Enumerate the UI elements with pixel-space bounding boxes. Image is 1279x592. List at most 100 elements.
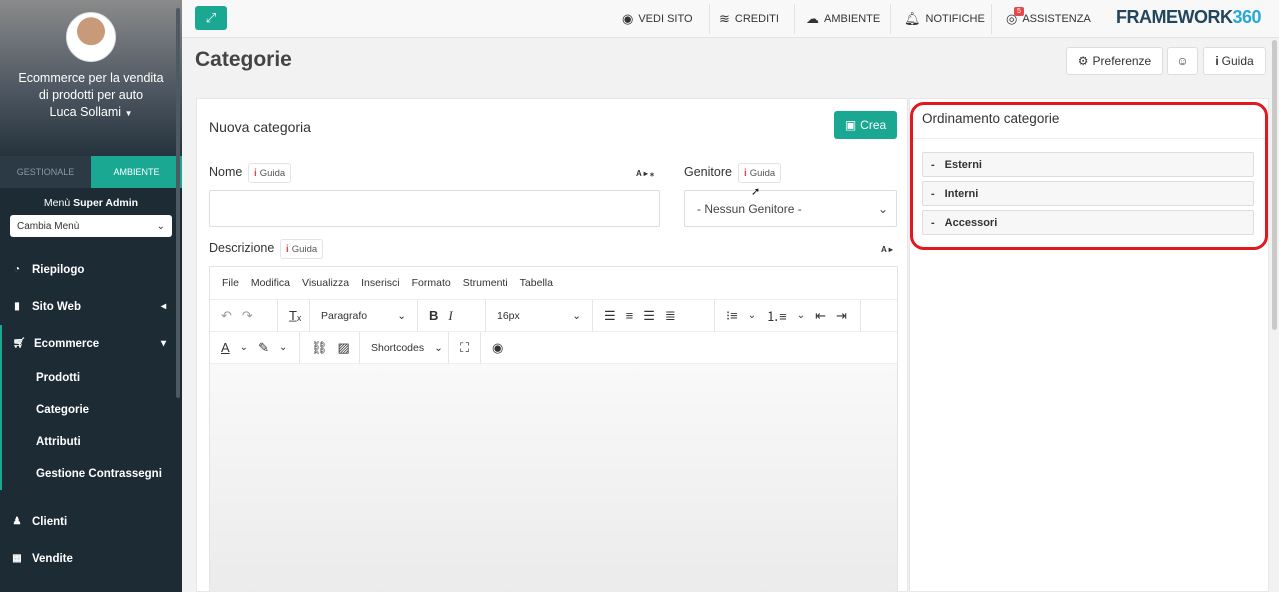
sidebar-subitem-prodotti[interactable]: Prodotti (0, 362, 182, 394)
block-format-select[interactable]: Paragrafo ⌄ (310, 299, 418, 332)
mouse-cursor-icon: ➚ (751, 186, 761, 198)
translate-icon[interactable]: A ▸ ⁎ (636, 169, 654, 178)
sidebar-item-vendite[interactable]: ▦ Vendite (0, 540, 182, 577)
divider (794, 4, 795, 34)
menu-strumenti[interactable]: Strumenti (463, 277, 508, 289)
chevron-down-icon: ⌄ (434, 341, 443, 354)
sidebar-item-sito-web[interactable]: ▮ Sito Web ◂ (0, 288, 182, 325)
parent-select[interactable]: - Nessun Genitore - ⌄ (684, 190, 897, 227)
chevron-down-icon: ⌄ (239, 342, 249, 353)
font-size-value: 16px (497, 309, 520, 322)
insert-group: ⛓ ▨ (300, 331, 360, 364)
preferences-button[interactable]: ⚙ Preferenze (1066, 47, 1163, 75)
tab-ambiente[interactable]: AMBIENTE (91, 156, 182, 188)
guide-label: Guida (291, 243, 318, 255)
sidebar-scrollbar[interactable] (176, 8, 180, 398)
sidebar: Ecommerce per la vendita di prodotti per… (0, 0, 182, 592)
profile-area: Ecommerce per la vendita di prodotti per… (0, 0, 182, 156)
menu-visualizza[interactable]: Visualizza (302, 277, 349, 289)
parent-select-value: - Nessun Genitore - (697, 201, 802, 216)
menu-formato[interactable]: Formato (412, 277, 451, 289)
sidebar-subitem-contrassegni[interactable]: Gestione Contrassegni (0, 458, 182, 490)
menu-modifica[interactable]: Modifica (251, 277, 290, 289)
create-button[interactable]: ▣ Crea (834, 111, 897, 139)
numbered-list-icon[interactable]: ⒈≡ (766, 306, 787, 325)
highlight-annotation (910, 102, 1268, 250)
name-input[interactable] (209, 190, 660, 227)
translate-label: A (636, 169, 642, 178)
save-icon: ▣ (844, 118, 857, 132)
parent-guide-button[interactable]: i Guida (738, 163, 782, 183)
editor-toolbar-2: A ⌄ ✎ ⌄ ⛓ ▨ Shortcodes ⌄ ⛶ ◉ (210, 331, 897, 364)
link-icon[interactable]: ⛓ (311, 340, 328, 356)
link-ambiente[interactable]: ☁ AMBIENTE (806, 0, 880, 38)
expand-button[interactable]: ⤢ (195, 6, 227, 30)
menu-inserisci[interactable]: Inserisci (361, 277, 400, 289)
indent-icon[interactable]: ⇥ (836, 308, 847, 324)
align-left-icon[interactable]: ☰ (604, 308, 616, 324)
divider (991, 4, 992, 34)
link-assistenza[interactable]: ◎ ASSISTENZA (1006, 0, 1091, 38)
chevron-down-icon: ⌄ (877, 201, 888, 216)
sidebar-item-clienti[interactable]: ♟ Clienti (0, 503, 182, 540)
align-justify-icon[interactable]: ≣ (665, 308, 676, 324)
bullet-list-icon[interactable]: ⁝≡ (726, 308, 738, 324)
italic-icon[interactable]: I (448, 308, 452, 324)
gear-icon: ⚙ (1077, 54, 1089, 68)
button-label: Preferenze (1092, 54, 1152, 68)
bold-icon[interactable]: B (429, 308, 438, 323)
font-size-select[interactable]: 16px ⌄ (486, 299, 593, 332)
name-guide-button[interactable]: i Guida (248, 163, 292, 183)
guide-label: Guida (259, 167, 286, 179)
description-guide-button[interactable]: i Guida (280, 239, 324, 259)
align-center-icon[interactable]: ≡ (626, 308, 634, 323)
chevron-down-icon: ⌄ (156, 220, 165, 232)
menu-select[interactable]: Cambia Menù ⌄ (10, 215, 172, 237)
guide-button[interactable]: i Guida (1203, 47, 1266, 75)
divider (709, 4, 710, 34)
chevron-down-icon: ⌄ (796, 310, 806, 321)
editor-menubar: File Modifica Visualizza Inserisci Forma… (210, 267, 897, 300)
menu-label-prefix: Menù (43, 197, 71, 209)
link-crediti[interactable]: ≋ CREDITI (719, 0, 779, 38)
user-menu[interactable]: Luca Sollami ▼ (0, 105, 182, 119)
outdent-icon[interactable]: ⇤ (815, 308, 826, 324)
sidebar-subitem-categorie[interactable]: Categorie (0, 394, 182, 426)
image-icon[interactable]: ▨ (338, 340, 350, 356)
rich-text-editor[interactable]: File Modifica Visualizza Inserisci Forma… (209, 266, 898, 592)
align-group: ☰ ≡ ☰ ≣ (593, 299, 715, 332)
feedback-button[interactable]: ☺ (1167, 47, 1198, 75)
clear-format-icon[interactable]: T̲ₓ (278, 299, 310, 332)
sidebar-item-riepilogo[interactable]: ◔ Riepilogo (0, 251, 182, 288)
link-vedi-sito[interactable]: ◉ VEDI SITO (622, 0, 693, 38)
tab-gestionale[interactable]: GESTIONALE (0, 156, 91, 188)
chevron-down-icon: ⌄ (397, 309, 406, 322)
link-label: VEDI SITO (638, 13, 693, 25)
eye-icon: ◉ (622, 11, 634, 26)
align-right-icon[interactable]: ☰ (643, 308, 655, 324)
menu-file[interactable]: File (222, 277, 239, 289)
user-name: Luca Sollami (49, 105, 122, 119)
guide-label: Guida (749, 167, 776, 179)
translate-icon[interactable]: A ▸ (881, 245, 893, 254)
preview-icon[interactable]: ◉ (481, 332, 515, 364)
menu-tabella[interactable]: Tabella (520, 277, 553, 289)
logo: FRAMEWORK360 (1116, 7, 1262, 28)
sidebar-item-ecommerce[interactable]: 🛒︎ Ecommerce ▾ (0, 325, 182, 362)
cloud-icon: ☁ (806, 11, 819, 26)
undo-icon[interactable]: ↶ (221, 308, 232, 324)
fullscreen-icon[interactable]: ⛶ (449, 331, 481, 364)
highlight-icon[interactable]: ✎ (258, 340, 269, 356)
chevron-down-icon: ⌄ (278, 342, 288, 353)
text-style-group: BI (418, 299, 486, 332)
avatar[interactable] (66, 12, 116, 62)
page-scrollbar[interactable] (1272, 40, 1277, 330)
redo-icon[interactable]: ↷ (242, 308, 253, 324)
shortcodes-select[interactable]: Shortcodes ⌄ (360, 331, 449, 364)
sidebar-subitem-attributi[interactable]: Attributi (0, 426, 182, 458)
notification-badge: 5 (1014, 7, 1024, 16)
link-notifiche[interactable]: 🔔︎ NOTIFICHE (904, 0, 985, 38)
info-icon: i (286, 243, 289, 255)
text-color-icon[interactable]: A (221, 340, 230, 355)
info-icon: i (254, 167, 257, 179)
